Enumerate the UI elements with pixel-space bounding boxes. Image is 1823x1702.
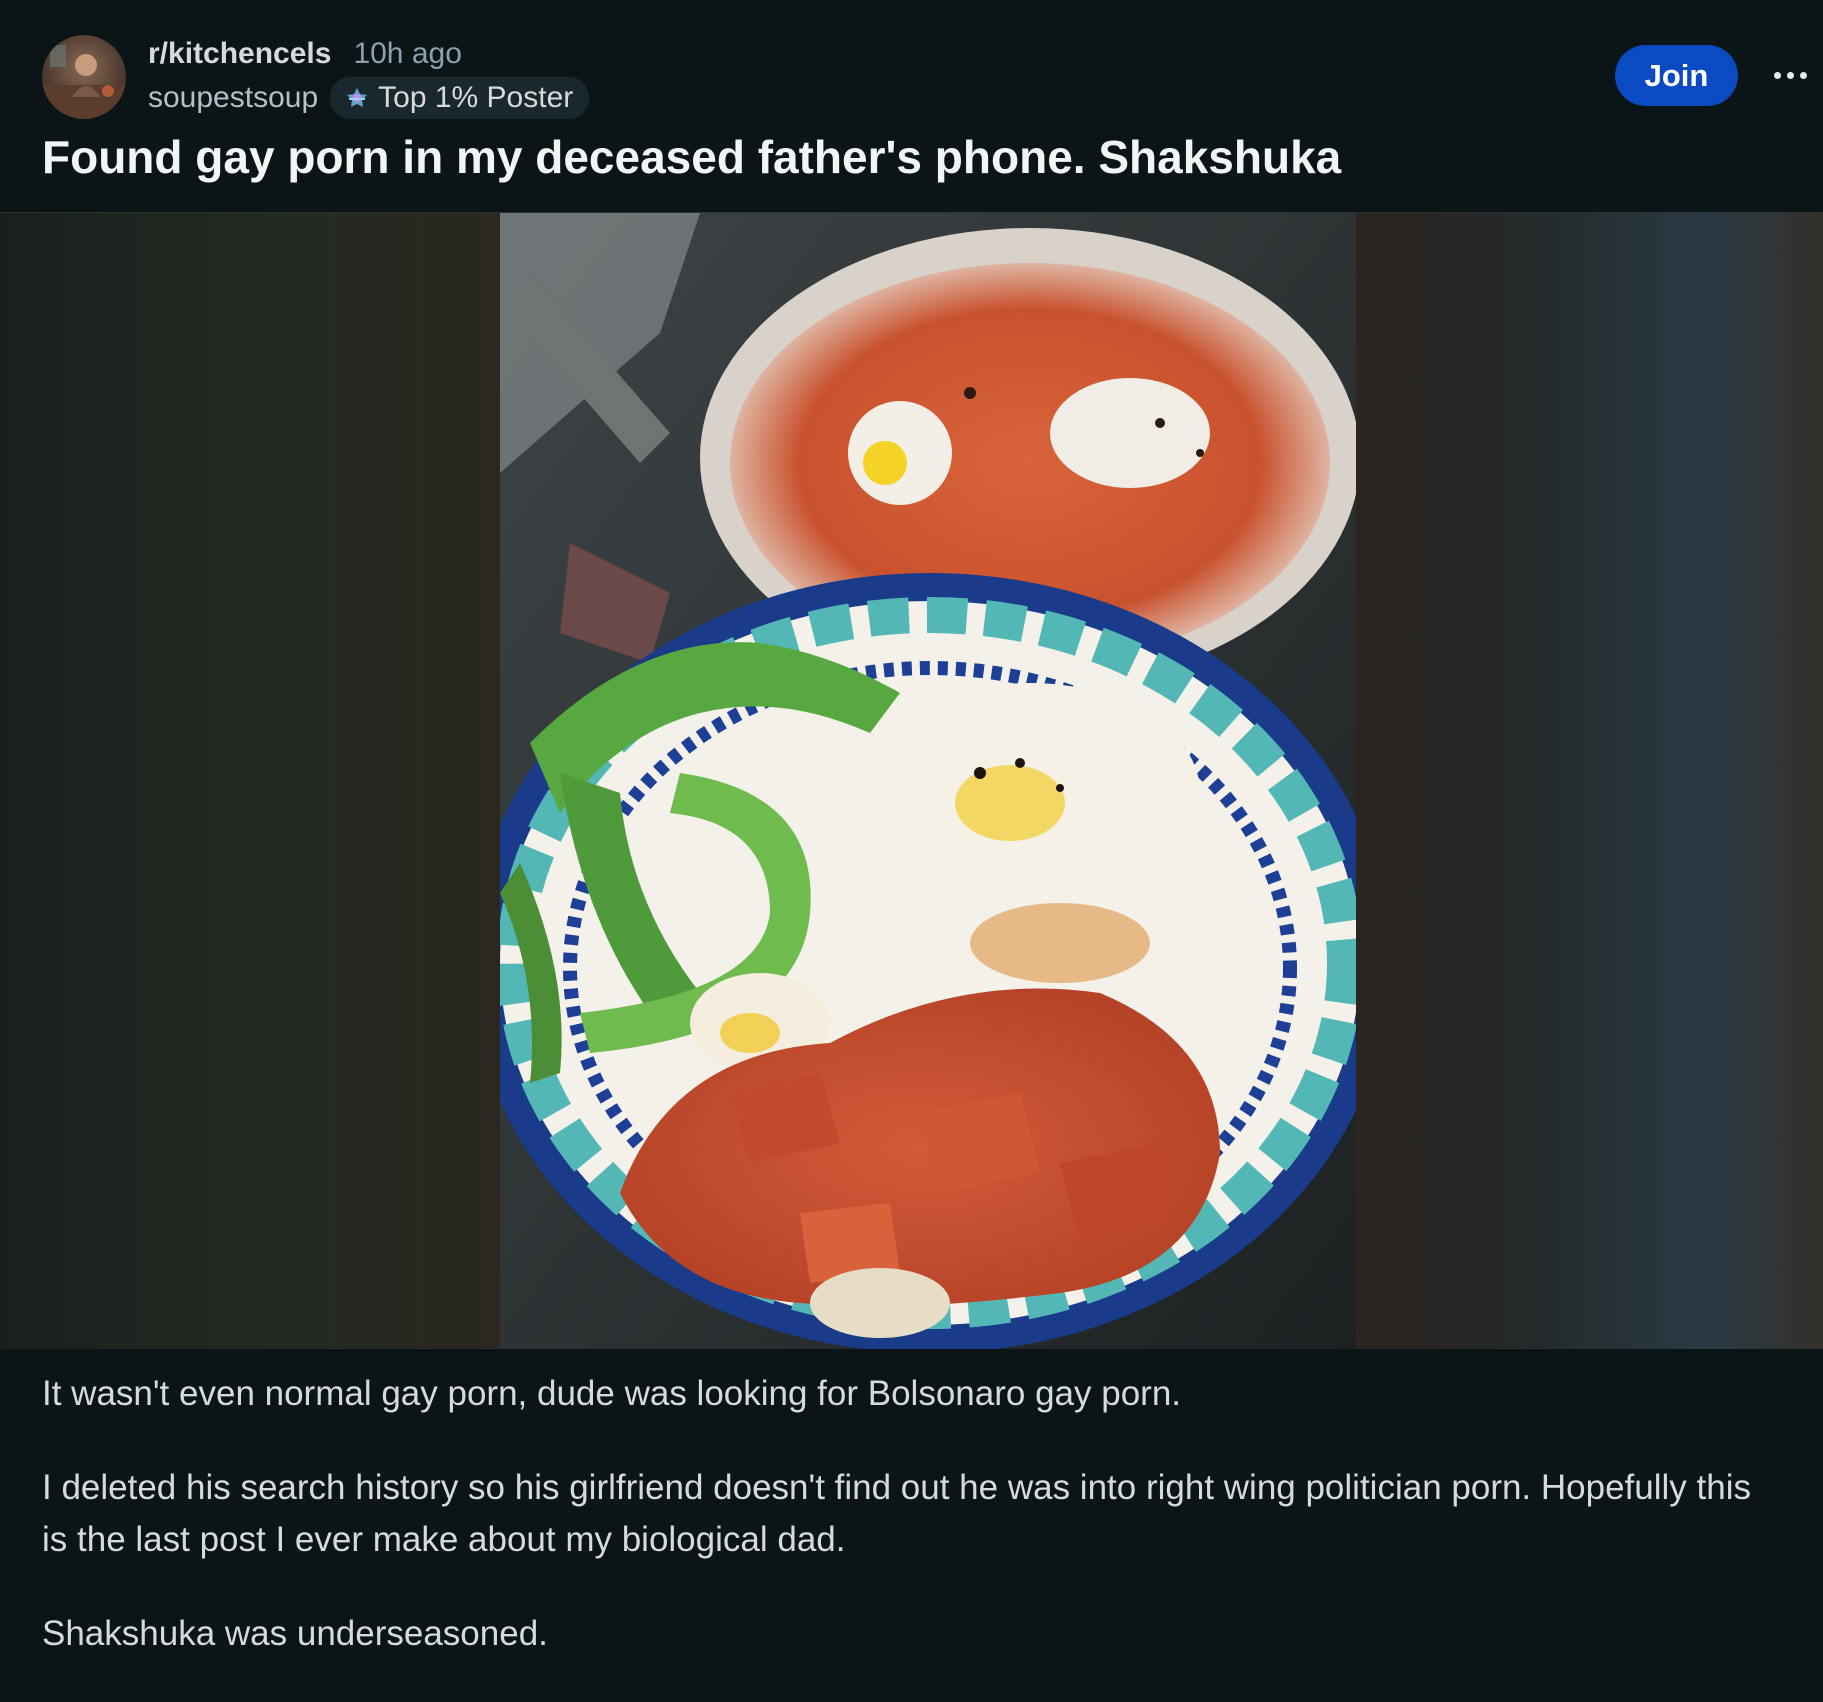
post-meta-primary: r/kitchencels 10h ago xyxy=(148,36,462,72)
media-blur-right xyxy=(1356,213,1823,1349)
post-body-paragraph: I deleted his search history so his girl… xyxy=(42,1468,1751,1559)
post-title[interactable]: Found gay porn in my deceased father's p… xyxy=(42,130,1341,184)
post-body-paragraph: Shakshuka was underseasoned. xyxy=(42,1614,548,1653)
post-timestamp: 10h ago xyxy=(353,37,462,70)
more-options-icon[interactable] xyxy=(1768,55,1812,95)
more-dot xyxy=(1773,71,1781,79)
post-body-paragraph: It wasn't even normal gay porn, dude was… xyxy=(42,1374,1182,1413)
shakshuka-photo xyxy=(500,213,1356,1349)
post-header: r/kitchencels 10h ago soupestsoup Top 1%… xyxy=(0,0,1823,213)
subreddit-name[interactable]: r/kitchencels xyxy=(148,37,331,71)
post-meta-secondary: soupestsoup Top 1% Poster xyxy=(148,77,590,119)
post-body: It wasn't even normal gay porn, dude was… xyxy=(42,1368,1782,1702)
join-button[interactable]: Join xyxy=(1615,45,1738,106)
author-name[interactable]: soupestsoup xyxy=(148,81,318,115)
media-blur-left xyxy=(0,213,500,1349)
user-flair: Top 1% Poster xyxy=(330,77,590,119)
more-dot xyxy=(1786,71,1794,79)
subreddit-avatar[interactable] xyxy=(42,35,126,119)
avatar-image xyxy=(42,35,126,119)
flair-label: Top 1% Poster xyxy=(378,81,574,114)
post-media[interactable] xyxy=(0,213,1823,1349)
top-poster-badge-icon xyxy=(347,88,368,107)
more-dot xyxy=(1799,71,1807,79)
